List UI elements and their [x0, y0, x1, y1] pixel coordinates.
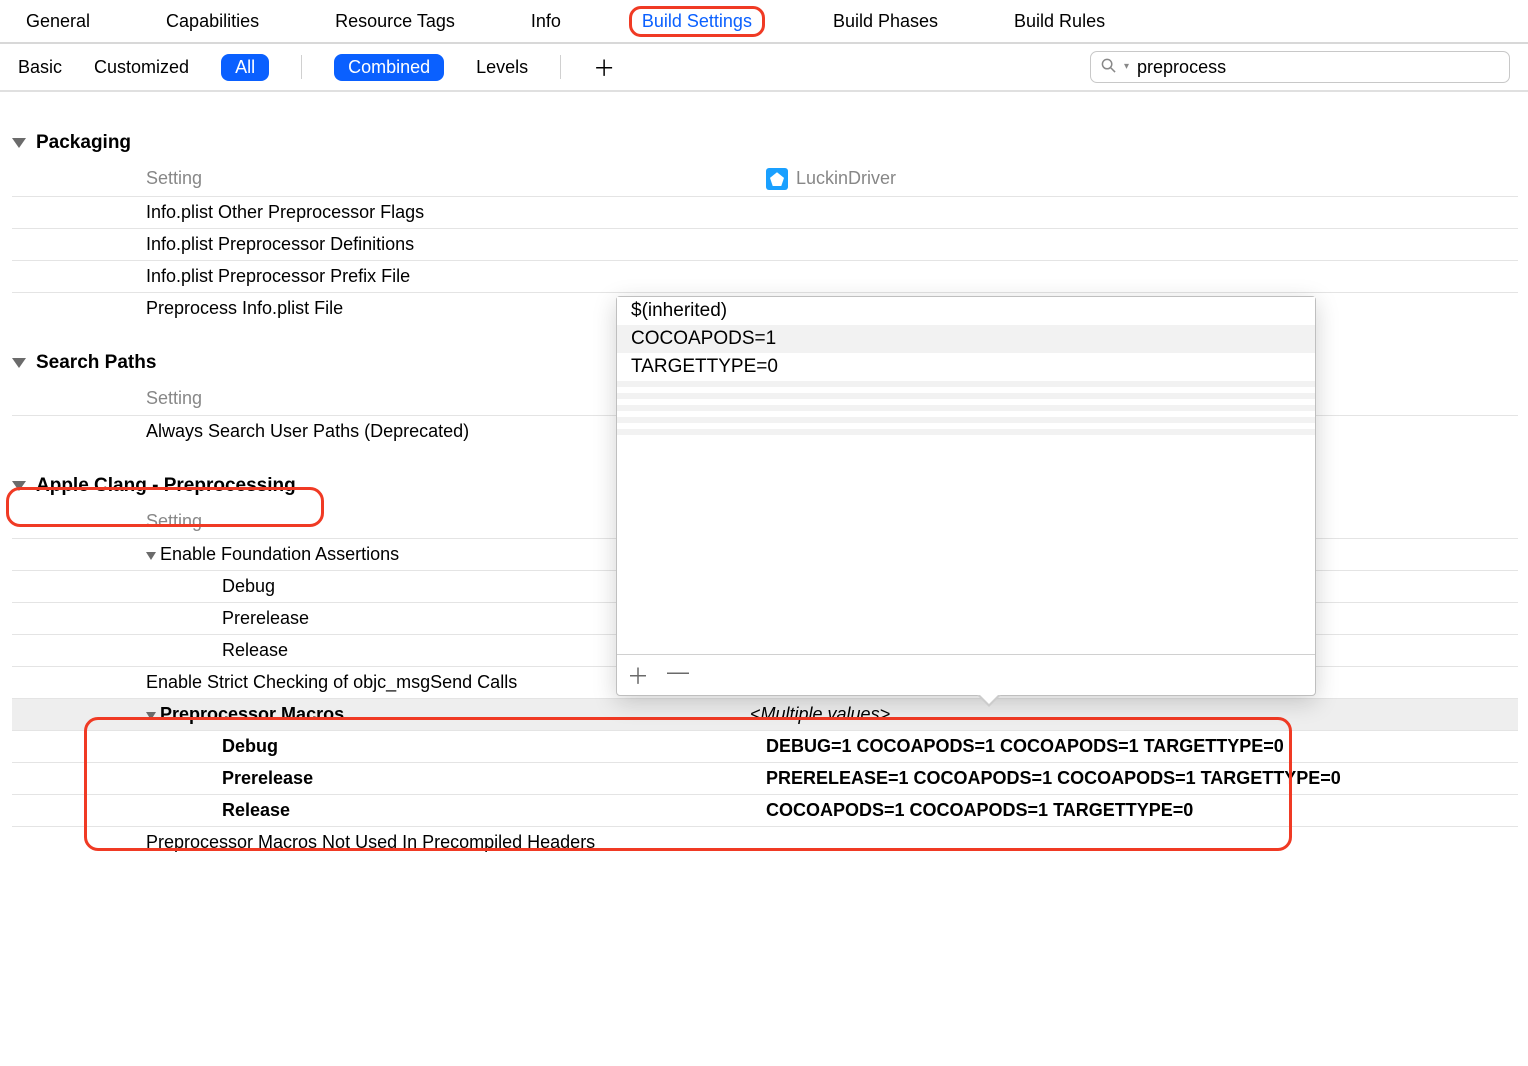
search-input[interactable]	[1137, 57, 1499, 78]
search-icon	[1101, 58, 1116, 78]
add-setting-button[interactable]: ＋	[593, 51, 615, 83]
macro-item[interactable]	[617, 429, 1315, 435]
setting-value[interactable]: COCOAPODS=1 COCOAPODS=1 TARGETTYPE=0	[766, 800, 1518, 821]
target-label: LuckinDriver	[796, 168, 896, 188]
macro-item[interactable]: $(inherited)	[617, 297, 1315, 325]
setting-label: Info.plist Preprocessor Prefix File	[146, 266, 766, 287]
add-macro-button[interactable]: ＋	[627, 659, 649, 691]
setting-label: Preprocessor Macros	[130, 704, 750, 725]
tab-build-settings[interactable]: Build Settings	[629, 6, 765, 37]
setting-row[interactable]: Info.plist Other Preprocessor Flags	[12, 196, 1518, 228]
section-packaging[interactable]: Packaging	[12, 104, 1518, 162]
disclosure-triangle-icon	[12, 481, 26, 491]
disclosure-triangle-icon[interactable]	[146, 712, 156, 720]
chevron-down-icon[interactable]: ▾	[1124, 61, 1129, 72]
separator	[560, 55, 561, 79]
setting-row-preprocessor-macros[interactable]: Preprocessor Macros<Multiple values>	[12, 698, 1518, 730]
setting-value[interactable]: DEBUG=1 COCOAPODS=1 COCOAPODS=1 TARGETTY…	[766, 736, 1518, 757]
setting-value[interactable]: <Multiple values>	[750, 704, 1518, 725]
tab-build-rules[interactable]: Build Rules	[1006, 5, 1113, 38]
remove-macro-button[interactable]: —	[667, 659, 689, 691]
target-icon	[766, 168, 788, 190]
macro-list[interactable]: $(inherited) COCOAPODS=1 TARGETTYPE=0	[617, 297, 1315, 654]
filter-levels[interactable]: Levels	[476, 57, 528, 78]
setting-row[interactable]: Info.plist Preprocessor Definitions	[12, 228, 1518, 260]
setting-row[interactable]: DebugDEBUG=1 COCOAPODS=1 COCOAPODS=1 TAR…	[12, 730, 1518, 762]
filter-bar: Basic Customized All Combined Levels ＋ ▾	[0, 44, 1528, 92]
col-setting: Setting	[146, 168, 766, 190]
filter-all[interactable]: All	[221, 54, 269, 81]
disclosure-triangle-icon	[12, 138, 26, 148]
filter-customized[interactable]: Customized	[94, 57, 189, 78]
setting-label: Prerelease	[146, 768, 766, 789]
tab-build-phases[interactable]: Build Phases	[825, 5, 946, 38]
setting-row[interactable]: Release COCOAPODS=1 COCOAPODS=1 TARGETTY…	[12, 794, 1518, 826]
filter-basic[interactable]: Basic	[18, 57, 62, 78]
section-title: Search Paths	[36, 352, 156, 374]
disclosure-triangle-icon[interactable]	[146, 552, 156, 560]
setting-value[interactable]: PRERELEASE=1 COCOAPODS=1 COCOAPODS=1 TAR…	[766, 768, 1518, 789]
column-headers: Setting LuckinDriver	[12, 162, 1518, 196]
separator	[301, 55, 302, 79]
setting-label: Debug	[146, 736, 766, 757]
macro-item[interactable]: COCOAPODS=1	[617, 325, 1315, 353]
filter-combined[interactable]: Combined	[334, 54, 444, 81]
setting-label: Info.plist Preprocessor Definitions	[146, 234, 766, 255]
col-target: LuckinDriver	[766, 168, 1518, 190]
setting-label: Preprocessor Macros Not Used In Precompi…	[146, 832, 766, 853]
project-tabs: General Capabilities Resource Tags Info …	[0, 0, 1528, 44]
tab-resource-tags[interactable]: Resource Tags	[327, 5, 463, 38]
section-title: Packaging	[36, 132, 131, 154]
setting-row[interactable]: Preprocessor Macros Not Used In Precompi…	[12, 826, 1518, 858]
setting-row[interactable]: PrereleasePRERELEASE=1 COCOAPODS=1 COCOA…	[12, 762, 1518, 794]
setting-label: Info.plist Other Preprocessor Flags	[146, 202, 766, 223]
macro-editor-footer: ＋ —	[617, 654, 1315, 695]
search-field[interactable]: ▾	[1090, 51, 1510, 83]
settings-content: Packaging Setting LuckinDriver Info.plis…	[0, 92, 1528, 898]
tab-capabilities[interactable]: Capabilities	[158, 5, 267, 38]
setting-row[interactable]: Info.plist Preprocessor Prefix File	[12, 260, 1518, 292]
section-title: Apple Clang - Preprocessing	[36, 475, 296, 497]
tab-general[interactable]: General	[18, 5, 98, 38]
popover-arrow	[977, 695, 1001, 707]
tab-info[interactable]: Info	[523, 5, 569, 38]
setting-label: Release	[146, 800, 766, 821]
macro-editor-popover[interactable]: $(inherited) COCOAPODS=1 TARGETTYPE=0 ＋ …	[616, 296, 1316, 696]
macro-item[interactable]: TARGETTYPE=0	[617, 353, 1315, 381]
disclosure-triangle-icon	[12, 358, 26, 368]
